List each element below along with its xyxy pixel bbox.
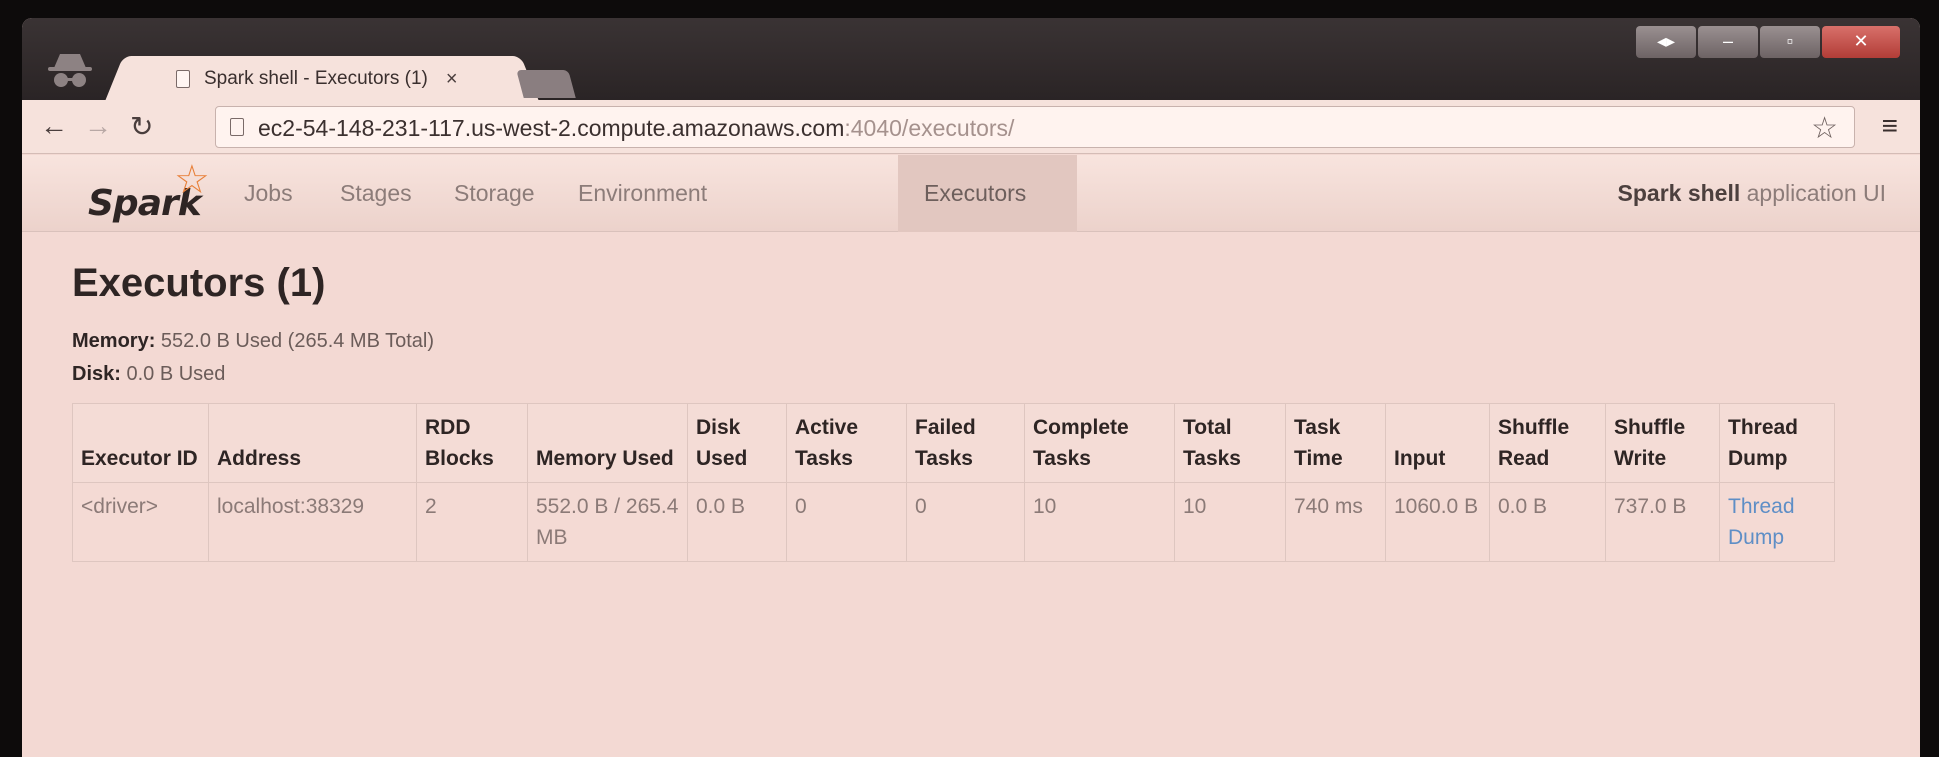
url-host: ec2-54-148-231-117.us-west-2.compute.ama… [258, 115, 845, 141]
browser-window: Spark shell - Executors (1) × ◂▸ – ▫ ✕ ←… [22, 18, 1920, 757]
star-icon[interactable]: ☆ [1811, 111, 1838, 146]
cell-complete-tasks: 10 [1024, 482, 1175, 562]
cell-active-tasks: 0 [786, 482, 907, 562]
table-header-row: Executor ID Address RDD Blocks Memory Us… [72, 403, 1835, 483]
nav-jobs[interactable]: Jobs [222, 155, 315, 232]
memory-label: Memory: [72, 330, 156, 352]
incognito-icon [48, 54, 92, 87]
cell-disk-used: 0.0 B [687, 482, 787, 562]
app-name-bold: Spark shell [1617, 180, 1741, 206]
reload-icon[interactable]: ↻ [130, 110, 153, 143]
close-window-icon[interactable]: ✕ [1822, 26, 1900, 58]
document-icon [176, 70, 190, 88]
maximize-icon[interactable]: ▫ [1760, 26, 1820, 58]
cell-memory-used: 552.0 B / 265.4 MB [527, 482, 688, 562]
col-memory-used[interactable]: Memory Used [527, 403, 688, 483]
memory-value: 552.0 B Used (265.4 MB Total) [155, 330, 435, 352]
disk-label: Disk: [72, 363, 121, 385]
forward-arrow-icon[interactable]: → [84, 110, 112, 142]
cell-input: 1060.0 B [1385, 482, 1490, 562]
address-bar[interactable]: ec2-54-148-231-117.us-west-2.compute.ama… [215, 106, 1855, 148]
col-complete-tasks[interactable]: Complete Tasks [1024, 403, 1175, 483]
col-total-tasks[interactable]: Total Tasks [1174, 403, 1286, 483]
col-shuffle-read[interactable]: Shuffle Read [1489, 403, 1606, 483]
cell-executor-id: <driver> [72, 482, 209, 562]
window-switch-icon[interactable]: ◂▸ [1636, 26, 1696, 58]
spark-star-icon: ☆ [174, 158, 210, 202]
col-failed-tasks[interactable]: Failed Tasks [906, 403, 1025, 483]
app-name-rest: application UI [1740, 180, 1886, 206]
disk-summary: Disk: 0.0 B Used [72, 363, 225, 386]
thread-dump-link[interactable]: Thread Dump [1728, 495, 1795, 549]
url-text[interactable]: ec2-54-148-231-117.us-west-2.compute.ama… [258, 115, 1014, 142]
memory-summary: Memory: 552.0 B Used (265.4 MB Total) [72, 330, 434, 353]
col-rdd-blocks[interactable]: RDD Blocks [416, 403, 528, 483]
cell-rdd-blocks: 2 [416, 482, 528, 562]
nav-environment[interactable]: Environment [556, 155, 729, 232]
tab-title: Spark shell - Executors (1) [204, 68, 428, 89]
col-thread-dump: Thread Dump [1719, 403, 1835, 483]
table-row: <driver> localhost:38329 2 552.0 B / 265… [72, 482, 1835, 562]
cell-total-tasks: 10 [1174, 482, 1286, 562]
app-name: Spark shell application UI [1618, 155, 1886, 232]
col-disk-used[interactable]: Disk Used [687, 403, 787, 483]
col-task-time[interactable]: Task Time [1285, 403, 1386, 483]
hamburger-menu-icon[interactable]: ≡ [1882, 110, 1898, 142]
nav-stages[interactable]: Stages [318, 155, 434, 232]
col-shuffle-write[interactable]: Shuffle Write [1605, 403, 1720, 483]
col-active-tasks[interactable]: Active Tasks [786, 403, 907, 483]
cell-failed-tasks: 0 [906, 482, 1025, 562]
page-title: Executors (1) [72, 261, 326, 305]
nav-storage[interactable]: Storage [432, 155, 557, 232]
cell-thread-dump: Thread Dump [1719, 482, 1835, 562]
cell-address: localhost:38329 [208, 482, 417, 562]
cell-shuffle-write: 737.0 B [1605, 482, 1720, 562]
tab-spark-executors[interactable]: Spark shell - Executors (1) × [132, 56, 512, 102]
document-icon [230, 118, 244, 136]
tab-close-icon[interactable]: × [446, 68, 458, 91]
col-address[interactable]: Address [208, 403, 417, 483]
window-controls: ◂▸ – ▫ ✕ [1636, 26, 1900, 58]
disk-value: 0.0 B Used [120, 363, 226, 385]
cell-shuffle-read: 0.0 B [1489, 482, 1606, 562]
back-arrow-icon[interactable]: ← [40, 110, 68, 142]
minimize-icon[interactable]: – [1698, 26, 1758, 58]
url-path: :4040/executors/ [844, 115, 1015, 141]
spark-navbar: Spark ☆ Jobs Stages Storage Environment … [22, 155, 1920, 232]
new-tab-button[interactable] [516, 70, 576, 98]
browser-toolbar: ← → ↻ ec2-54-148-231-117.us-west-2.compu… [22, 100, 1920, 154]
executors-table: Executor ID Address RDD Blocks Memory Us… [72, 403, 1835, 562]
nav-executors[interactable]: Executors [898, 155, 1077, 232]
tab-bar: Spark shell - Executors (1) × ◂▸ – ▫ ✕ [22, 18, 1920, 102]
col-input[interactable]: Input [1385, 403, 1490, 483]
col-executor-id[interactable]: Executor ID [72, 403, 209, 483]
cell-task-time: 740 ms [1285, 482, 1386, 562]
